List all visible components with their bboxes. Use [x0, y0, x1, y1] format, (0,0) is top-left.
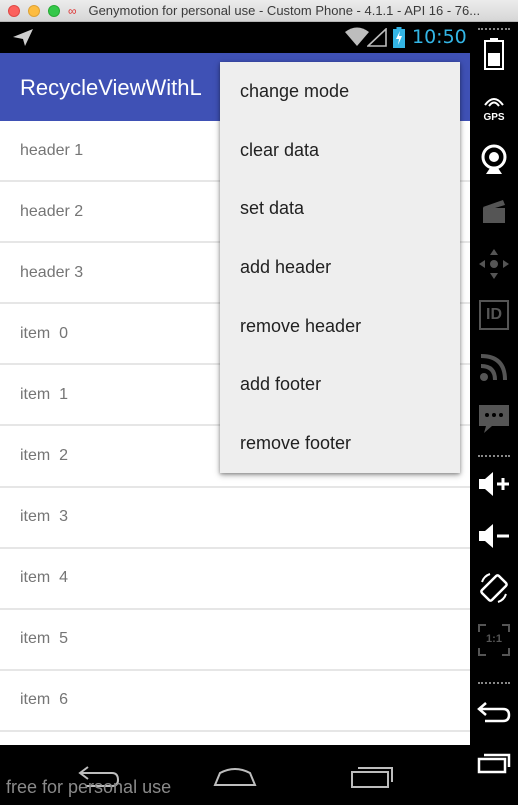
menu-item-label: set data [240, 198, 305, 219]
volume-up-icon [479, 472, 509, 496]
volume-down-button[interactable] [470, 522, 518, 550]
window-close-button[interactable] [8, 5, 20, 17]
list-item-label: item 6 [20, 691, 69, 709]
camera-widget-button[interactable] [470, 144, 518, 176]
list-item-label: item 3 [20, 508, 69, 526]
watermark-text: free for personal use [6, 777, 172, 797]
pixel-perfect-button[interactable]: 1:1 [470, 624, 518, 656]
menu-item-label: add header [240, 256, 332, 277]
home-nav-icon[interactable] [212, 763, 258, 789]
back-arrow-icon [477, 702, 511, 723]
overflow-popup-menu: change mode clear data set data add head… [220, 62, 460, 473]
volume-down-icon [479, 524, 509, 548]
rotate-icon [480, 573, 508, 603]
list-item[interactable]: item 6 [0, 671, 470, 732]
battery-icon [484, 38, 504, 70]
menu-item-label: change mode [240, 80, 350, 101]
volume-up-button[interactable] [470, 470, 518, 498]
window-minimize-button[interactable] [28, 5, 40, 17]
list-item-label: header 1 [20, 141, 84, 159]
genymotion-toolbar: GPS ID 1:1 [470, 22, 518, 805]
menu-item-add-header[interactable]: add header [220, 238, 460, 297]
gps-label: GPS [483, 112, 505, 123]
genymotion-window: ∞ Genymotion for personal use - Custom P… [0, 0, 518, 805]
menu-item-label: add footer [240, 374, 322, 395]
menu-item-change-mode[interactable]: change mode [220, 62, 460, 121]
device-id-icon: ID [479, 300, 509, 330]
list-item-label: item 2 [20, 447, 69, 465]
remote-control-widget-button[interactable] [470, 248, 518, 280]
recent-apps-icon [477, 753, 511, 774]
menu-item-add-footer[interactable]: add footer [220, 355, 460, 414]
list-item[interactable]: item 5 [0, 610, 470, 671]
pixel-perfect-label: 1:1 [486, 633, 502, 645]
battery-widget-button[interactable] [470, 38, 518, 70]
list-item-label: item 4 [20, 569, 69, 587]
toolbar-grip [478, 682, 510, 684]
list-item[interactable]: item 4 [0, 549, 470, 610]
network-widget-button[interactable] [470, 352, 518, 382]
recent-apps-button[interactable] [470, 752, 518, 774]
menu-item-remove-header[interactable]: remove header [220, 297, 460, 356]
menu-item-remove-footer[interactable]: remove footer [220, 414, 460, 473]
chat-icon [479, 405, 509, 433]
toolbar-grip [478, 455, 510, 457]
list-item-label: item 0 [20, 324, 69, 342]
status-clock: 10:50 [412, 26, 467, 48]
genymotion-icon: ∞ [68, 4, 77, 18]
rotate-button[interactable] [470, 572, 518, 604]
wifi-icon [345, 27, 369, 46]
list-item-label: item 5 [20, 630, 69, 648]
device-id-label: ID [486, 306, 502, 323]
recent-apps-nav-icon[interactable] [350, 763, 396, 789]
status-bar: 10:50 [0, 22, 470, 53]
battery-charging-icon [393, 27, 405, 48]
app-title: RecycleViewWithL [20, 75, 202, 100]
window-maximize-button[interactable] [48, 5, 60, 17]
device-id-widget-button[interactable]: ID [470, 300, 518, 330]
window-title: Genymotion for personal use - Custom Pho… [88, 3, 481, 18]
toolbar-grip [478, 28, 510, 30]
list-item-label: header 2 [20, 202, 84, 220]
list-item-label: header 3 [20, 263, 84, 281]
back-button[interactable] [470, 700, 518, 724]
screencast-widget-button[interactable] [470, 198, 518, 224]
list-item[interactable]: item 3 [0, 488, 470, 549]
sms-widget-button[interactable] [470, 402, 518, 434]
menu-item-set-data[interactable]: set data [220, 179, 460, 238]
pixel-perfect-icon: 1:1 [478, 624, 510, 656]
window-titlebar[interactable]: ∞ Genymotion for personal use - Custom P… [0, 0, 518, 22]
menu-item-clear-data[interactable]: clear data [220, 121, 460, 180]
webcam-icon [481, 144, 507, 174]
send-notification-icon [13, 29, 33, 46]
rss-icon [480, 354, 507, 381]
gps-widget-button[interactable]: GPS [470, 94, 518, 123]
dpad-icon [479, 249, 509, 279]
gps-icon [484, 98, 504, 107]
list-item-label: item 1 [20, 385, 69, 403]
menu-item-label: remove header [240, 315, 362, 336]
menu-item-label: remove footer [240, 432, 352, 453]
signal-icon [367, 28, 387, 47]
menu-item-label: clear data [240, 139, 320, 160]
clapperboard-icon [483, 200, 505, 223]
